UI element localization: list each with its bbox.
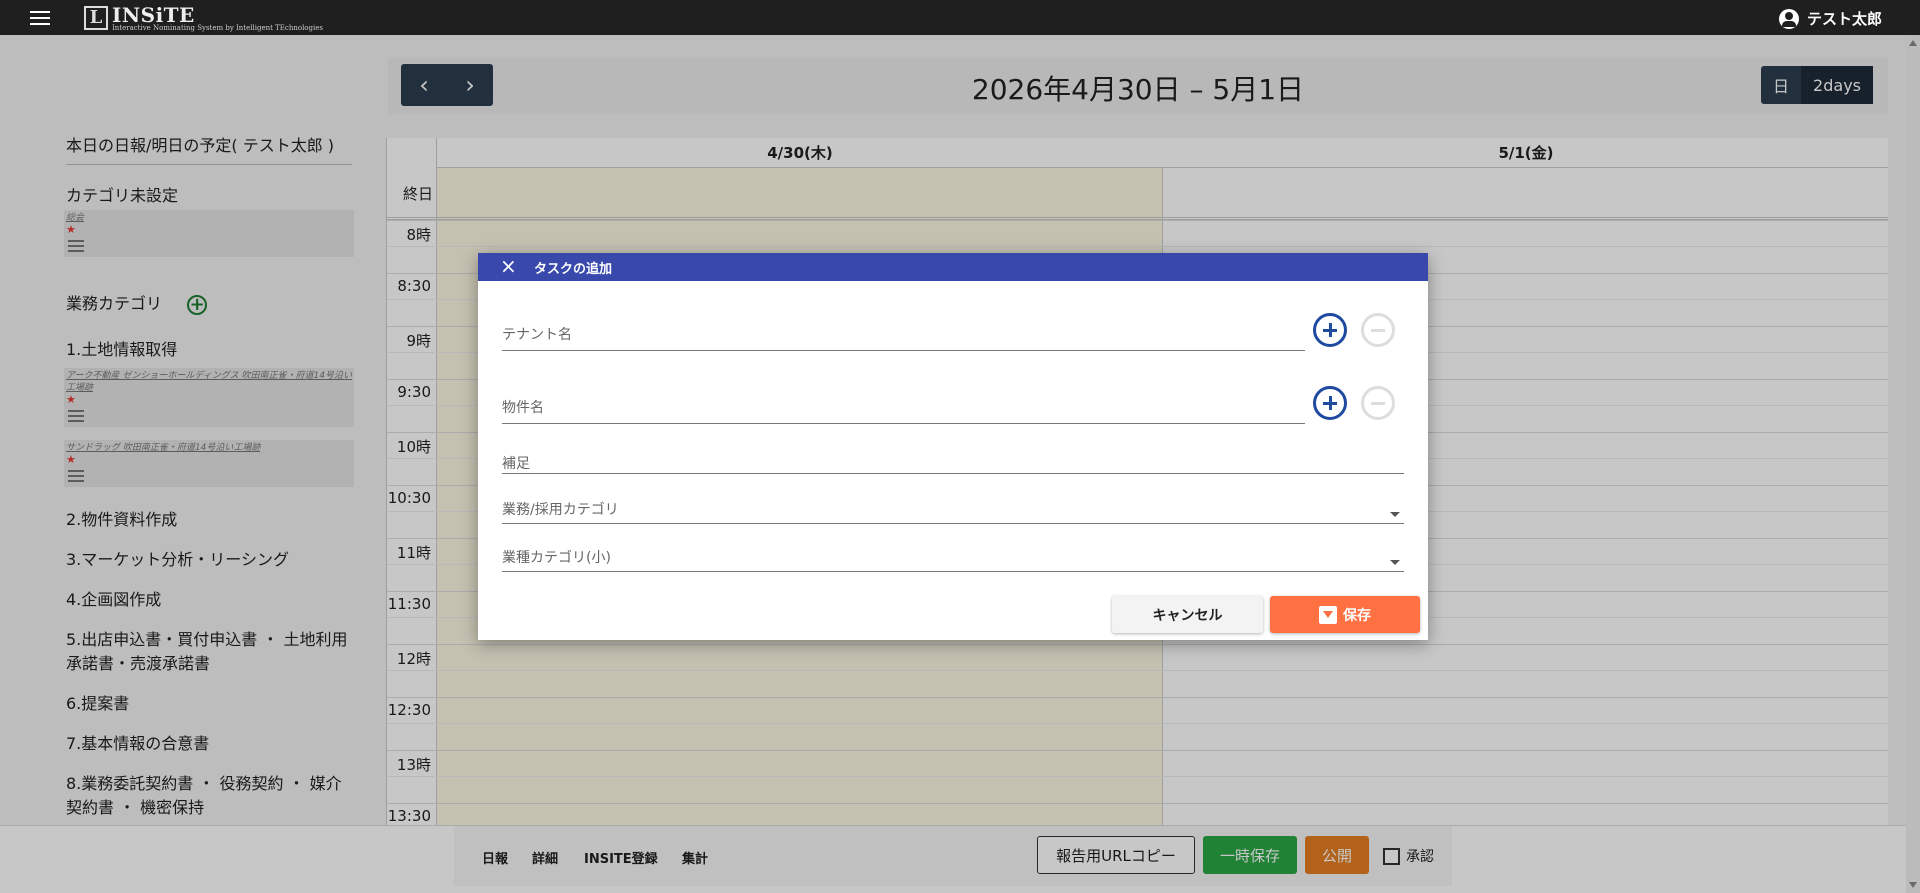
save-button[interactable]: 保存 <box>1270 596 1420 633</box>
industry-category-placeholder: 業種カテゴリ(小) <box>502 550 611 566</box>
dropdown-arrow-icon <box>1390 560 1400 565</box>
dialog-title: タスクの追加 <box>534 262 613 277</box>
add-tenant-icon[interactable] <box>1313 313 1347 347</box>
user-menu[interactable]: テスト太郎 <box>1778 8 1882 29</box>
business-category-placeholder: 業務/採用カテゴリ <box>502 502 619 518</box>
add-task-dialog: × タスクの追加 テナント名 物件名 補足 業務/採用カテゴリ 業種カテゴリ(小… <box>478 253 1428 640</box>
close-icon[interactable]: × <box>500 256 517 276</box>
top-bar: L INSiTE Interactive Nominating System b… <box>0 0 1920 35</box>
cancel-button[interactable]: キャンセル <box>1112 596 1263 633</box>
tenant-name-placeholder: テナント名 <box>502 327 572 343</box>
save-icon <box>1319 605 1337 624</box>
remove-tenant-icon[interactable] <box>1361 313 1395 347</box>
account-icon <box>1778 8 1799 29</box>
note-field[interactable]: 補足 <box>502 451 1404 474</box>
business-category-select[interactable]: 業務/採用カテゴリ <box>502 498 1404 524</box>
save-label: 保存 <box>1343 607 1371 624</box>
property-name-placeholder: 物件名 <box>502 400 544 416</box>
dropdown-arrow-icon <box>1390 512 1400 517</box>
tenant-name-field[interactable]: テナント名 <box>502 321 1305 351</box>
add-property-icon[interactable] <box>1313 386 1347 420</box>
note-placeholder: 補足 <box>502 456 530 472</box>
logo-mark: L <box>84 6 108 30</box>
user-name: テスト太郎 <box>1806 10 1882 28</box>
logo-subtitle: Interactive Nominating System by Intelli… <box>112 24 323 32</box>
dialog-header: × タスクの追加 <box>478 253 1428 281</box>
property-name-field[interactable]: 物件名 <box>502 394 1305 424</box>
remove-property-icon[interactable] <box>1361 386 1395 420</box>
menu-icon[interactable] <box>30 11 50 25</box>
industry-category-select[interactable]: 業種カテゴリ(小) <box>502 546 1404 572</box>
